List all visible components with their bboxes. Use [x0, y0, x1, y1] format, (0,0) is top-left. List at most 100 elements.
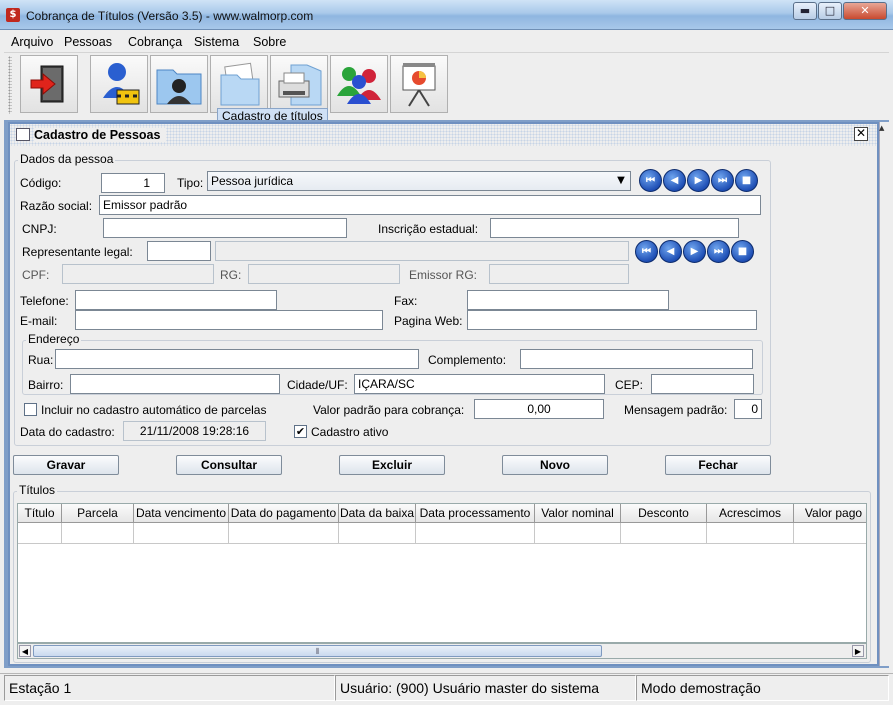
chevron-down-icon[interactable]: ▼ — [612, 172, 630, 190]
column-header-data-processamento[interactable]: Data processamento — [416, 504, 535, 523]
column-header-acrescimos[interactable]: Acrescimos — [707, 504, 794, 523]
next-record-button[interactable]: ▶ — [687, 169, 710, 192]
titulos-table[interactable]: Título Parcela Data vencimento Data do p… — [17, 503, 867, 643]
printer-icon — [278, 64, 322, 106]
complemento-input[interactable] — [520, 349, 753, 369]
novo-button[interactable]: Novo — [502, 455, 608, 475]
contatos-button[interactable] — [150, 55, 208, 113]
exit-door-icon — [30, 65, 64, 103]
complemento-label: Complemento: — [428, 353, 507, 367]
cnpj-input[interactable] — [103, 218, 347, 238]
frame-window-icon — [16, 128, 30, 141]
bairro-label: Bairro: — [28, 378, 64, 392]
close-window-button[interactable]: ✕ — [843, 2, 887, 20]
menu-sobre[interactable]: Sobre — [253, 35, 286, 49]
tipo-select[interactable]: Pessoa jurídica — [207, 171, 631, 191]
usuarios-button[interactable] — [330, 55, 388, 113]
scroll-right-button[interactable]: ▶ — [852, 645, 864, 657]
column-header-valor-pago[interactable]: Valor pago — [794, 504, 866, 523]
exit-button[interactable] — [20, 55, 78, 113]
table-cell[interactable] — [339, 523, 416, 544]
contact-folder-icon — [156, 69, 202, 105]
table-cell[interactable] — [62, 523, 134, 544]
frame-close-button[interactable]: ✕ — [854, 127, 868, 141]
minimize-button[interactable]: ▬ — [793, 2, 817, 20]
column-header-desconto[interactable]: Desconto — [621, 504, 707, 523]
cadastro-titulos-button[interactable] — [210, 55, 268, 113]
table-cell[interactable] — [416, 523, 535, 544]
table-cell[interactable] — [621, 523, 707, 544]
table-cell[interactable] — [229, 523, 339, 544]
status-mode: Modo demostração — [636, 675, 889, 701]
rep-first-button[interactable]: ⏮ — [635, 240, 658, 263]
codigo-label: Código: — [20, 176, 62, 190]
representante-code-input[interactable] — [147, 241, 211, 261]
cadastro-ativo-checkbox[interactable]: ✔ — [294, 425, 307, 438]
scroll-up-icon[interactable]: ▲ — [879, 124, 884, 132]
cep-input[interactable] — [651, 374, 754, 394]
cadastro-ativo-label: Cadastro ativo — [311, 425, 389, 439]
cnpj-label: CNPJ: — [22, 222, 57, 236]
table-cell[interactable] — [707, 523, 794, 544]
telefone-input[interactable] — [75, 290, 277, 310]
mensagem-padrao-input[interactable]: 0 — [734, 399, 762, 419]
bairro-input[interactable] — [70, 374, 280, 394]
fechar-button[interactable]: Fechar — [665, 455, 771, 475]
rep-stop-button[interactable]: ■ — [731, 240, 754, 263]
fax-input[interactable] — [467, 290, 669, 310]
cidade-uf-label: Cidade/UF: — [287, 378, 348, 392]
person-security-icon — [103, 63, 140, 105]
toolbar-grip[interactable] — [8, 56, 12, 114]
table-cell[interactable] — [794, 523, 866, 544]
column-header-data-pagamento[interactable]: Data do pagamento — [229, 504, 339, 523]
pessoa-nav-group: ⏮ ◀ ▶ ⏭ ■ — [639, 169, 758, 193]
rua-label: Rua: — [28, 353, 54, 367]
data-cadastro-label: Data do cadastro: — [20, 425, 115, 439]
column-header-titulo[interactable]: Título — [18, 504, 62, 523]
rep-next-button[interactable]: ▶ — [683, 240, 706, 263]
inscricao-estadual-input[interactable] — [490, 218, 739, 238]
incluir-parcelas-label: Incluir no cadastro automático de parcel… — [41, 403, 267, 417]
column-header-parcela[interactable]: Parcela — [62, 504, 134, 523]
menu-arquivo[interactable]: Arquivo — [11, 35, 53, 49]
table-cell[interactable] — [134, 523, 229, 544]
excluir-button[interactable]: Excluir — [339, 455, 445, 475]
column-header-valor-nominal[interactable]: Valor nominal — [535, 504, 621, 523]
presentation-chart-icon — [402, 63, 436, 107]
column-header-data-baixa[interactable]: Data da baixa — [339, 504, 416, 523]
imprimir-button[interactable] — [270, 55, 328, 113]
menu-pessoas[interactable]: Pessoas — [64, 35, 112, 49]
menu-sistema[interactable]: Sistema — [194, 35, 239, 49]
rg-field — [248, 264, 400, 284]
maximize-button[interactable]: □ — [818, 2, 842, 20]
first-record-button[interactable]: ⏮ — [639, 169, 662, 192]
table-cell[interactable] — [18, 523, 62, 544]
stop-button[interactable]: ■ — [735, 169, 758, 192]
cpf-label: CPF: — [22, 268, 50, 282]
scroll-left-button[interactable]: ◀ — [19, 645, 31, 657]
status-user: Usuário: (900) Usuário master do sistema — [335, 675, 636, 701]
pessoas-button[interactable] — [90, 55, 148, 113]
incluir-parcelas-checkbox[interactable] — [24, 403, 37, 416]
codigo-input[interactable]: 1 — [101, 173, 165, 193]
frame-scrollbar[interactable] — [879, 122, 889, 666]
razao-social-input[interactable]: Emissor padrão — [99, 195, 761, 215]
rep-last-button[interactable]: ⏭ — [707, 240, 730, 263]
last-record-button[interactable]: ⏭ — [711, 169, 734, 192]
table-cell[interactable] — [535, 523, 621, 544]
pagina-web-input[interactable] — [467, 310, 757, 330]
relatorio-button[interactable] — [390, 55, 448, 113]
dados-pessoa-label: Dados da pessoa — [18, 152, 116, 166]
cidade-uf-input[interactable]: IÇARA/SC — [354, 374, 605, 394]
gravar-button[interactable]: Gravar — [13, 455, 119, 475]
email-input[interactable] — [75, 310, 383, 330]
consultar-button[interactable]: Consultar — [176, 455, 282, 475]
column-header-data-vencimento[interactable]: Data vencimento — [134, 504, 229, 523]
rua-input[interactable] — [55, 349, 419, 369]
inscricao-estadual-label: Inscrição estadual: — [378, 222, 479, 236]
rep-previous-button[interactable]: ◀ — [659, 240, 682, 263]
valor-padrao-input[interactable]: 0,00 — [474, 399, 604, 419]
previous-record-button[interactable]: ◀ — [663, 169, 686, 192]
menu-cobranca[interactable]: Cobrança — [128, 35, 182, 49]
scroll-thumb[interactable]: ⦀ — [33, 645, 602, 657]
